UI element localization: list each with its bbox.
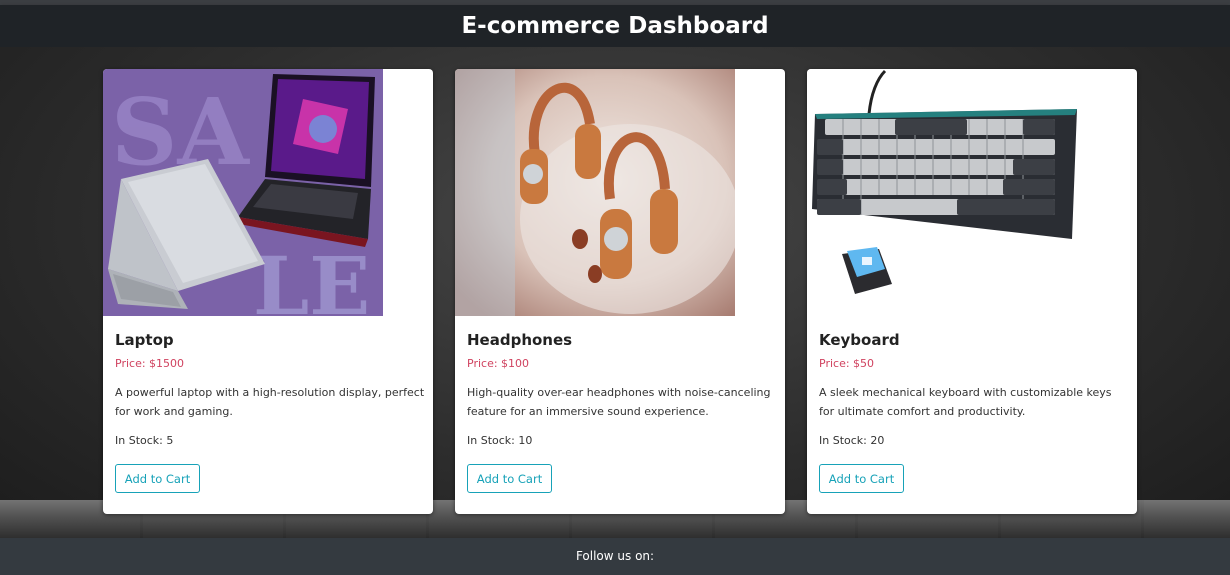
product-title: Laptop bbox=[115, 331, 174, 349]
keyboard-image bbox=[807, 69, 1087, 316]
product-title: Keyboard bbox=[819, 331, 900, 349]
product-card-headphones: Headphones Price: $100 High-quality over… bbox=[455, 69, 785, 514]
product-card-keyboard: Keyboard Price: $50 A sleek mechanical k… bbox=[807, 69, 1137, 514]
product-stock: In Stock: 20 bbox=[819, 434, 885, 447]
product-price: Price: $100 bbox=[467, 357, 530, 370]
page-title: E-commerce Dashboard bbox=[0, 5, 1230, 47]
add-to-cart-button[interactable]: Add to Cart bbox=[115, 464, 200, 493]
product-title: Headphones bbox=[467, 331, 573, 349]
laptop-image: SA LE bbox=[103, 69, 383, 316]
product-description: High-quality over-ear headphones with no… bbox=[467, 386, 771, 418]
product-description: A powerful laptop with a high-resolution… bbox=[115, 386, 425, 418]
add-to-cart-button[interactable]: Add to Cart bbox=[467, 464, 552, 493]
footer-text: Follow us on: bbox=[575, 549, 655, 563]
product-price: Price: $1500 bbox=[115, 357, 185, 370]
product-price: Price: $50 bbox=[819, 357, 875, 370]
product-stock: In Stock: 10 bbox=[467, 434, 533, 447]
product-stock: In Stock: 5 bbox=[115, 434, 174, 447]
footer: Follow us on: bbox=[0, 538, 1230, 575]
product-card-laptop: SA LE Laptop Price: $1500 A powerful lap… bbox=[103, 69, 433, 514]
add-to-cart-button[interactable]: Add to Cart bbox=[819, 464, 904, 493]
headphones-image bbox=[455, 69, 735, 316]
svg-text:LE: LE bbox=[253, 239, 370, 316]
product-description: A sleek mechanical keyboard with customi… bbox=[819, 386, 1112, 418]
